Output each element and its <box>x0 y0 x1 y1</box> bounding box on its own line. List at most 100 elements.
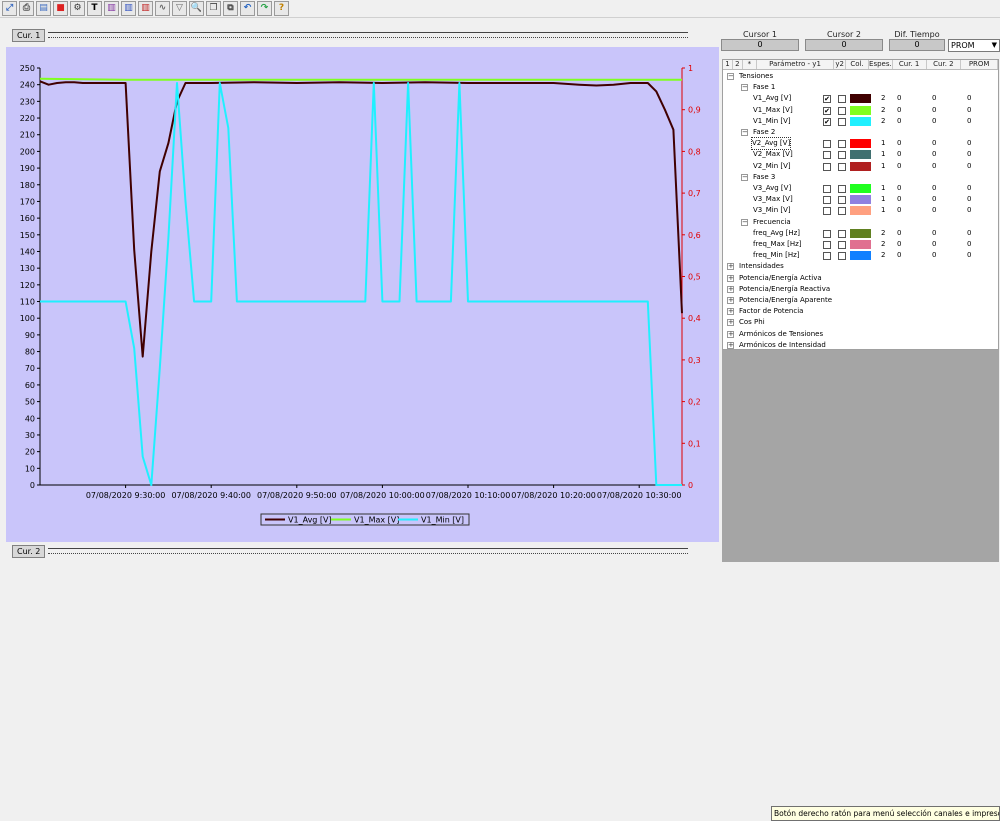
parameter-row[interactable]: V3_Max [V] 1 0 0 0 <box>723 194 998 205</box>
y1-checkbox[interactable] <box>823 162 831 171</box>
expand-icon[interactable]: + <box>727 285 734 293</box>
y1-checkbox[interactable]: ✔ <box>823 106 831 115</box>
parameter-row[interactable]: V2_Avg [V] 1 0 0 0 <box>723 137 998 151</box>
color-swatch[interactable] <box>850 251 871 261</box>
tree-group[interactable]: − Tensiones <box>723 71 998 82</box>
tree-group[interactable]: − Fase 2 <box>723 127 998 138</box>
cursor1-button[interactable]: Cur. 1 <box>12 28 46 42</box>
color-swatch[interactable] <box>850 228 871 238</box>
tree-group[interactable]: + Potencia/Energía Aparente <box>723 295 998 306</box>
y2-checkbox[interactable] <box>838 229 846 238</box>
column-header-1[interactable]: 2 <box>733 60 743 69</box>
parameter-row[interactable]: V2_Min [V] 1 0 0 0 <box>723 161 998 172</box>
color-swatch[interactable] <box>850 240 871 249</box>
copy-icon[interactable]: ❐ <box>206 1 221 16</box>
y2-checkbox[interactable] <box>838 95 846 104</box>
tree-group[interactable]: − Fase 1 <box>723 82 998 93</box>
chart-bars-blue-icon[interactable]: ▥ <box>121 1 136 16</box>
column-header-0[interactable]: 1 <box>723 60 733 69</box>
color-swatch[interactable] <box>850 184 871 193</box>
column-header-7[interactable]: Cur. 1 <box>893 60 927 69</box>
parameter-row[interactable]: V1_Min [V] ✔ 2 0 0 0 <box>723 116 998 127</box>
y1-checkbox[interactable]: ✔ <box>823 117 831 126</box>
tree-group[interactable]: + Armónicos de Tensiones <box>723 329 998 340</box>
y2-checkbox[interactable] <box>838 185 846 193</box>
y1-checkbox[interactable] <box>823 252 831 261</box>
y2-checkbox[interactable] <box>838 151 846 160</box>
tree-group[interactable]: + Intensidades <box>723 261 998 272</box>
color-swatch[interactable] <box>850 150 871 160</box>
column-header-6[interactable]: Espes. <box>869 60 893 69</box>
column-header-3[interactable]: Parámetro - y1 <box>757 60 835 69</box>
tree-group[interactable]: − Fase 3 <box>723 172 998 183</box>
cursor2-button[interactable]: Cur. 2 <box>12 544 46 558</box>
y1-checkbox[interactable] <box>823 151 831 160</box>
collapse-icon[interactable]: − <box>741 218 748 226</box>
expand-icon[interactable]: + <box>727 297 734 304</box>
triangle-icon[interactable]: ▽ <box>172 1 187 16</box>
y1-checkbox[interactable] <box>823 207 831 216</box>
tree-group[interactable]: + Armónicos de Intensidad <box>723 340 998 349</box>
column-header-5[interactable]: Col. <box>846 60 869 69</box>
column-header-2[interactable]: * <box>743 60 757 69</box>
y2-checkbox[interactable] <box>838 106 846 115</box>
collapse-icon[interactable]: − <box>727 73 734 80</box>
tree-group[interactable]: + Cos Phi <box>723 317 998 328</box>
parameter-tree[interactable]: 1 2 * Parámetro - y1 y2 Col. Espes. Cur. 1 Cur. … <box>722 59 999 350</box>
zoom-fit-icon[interactable]: ⤢ <box>2 1 17 16</box>
parameter-row[interactable]: V1_Max [V] ✔ 2 0 0 0 <box>723 105 998 116</box>
cursor1-track[interactable] <box>48 32 689 38</box>
parameter-row[interactable]: freq_Min [Hz] 2 0 0 0 <box>723 250 998 261</box>
y1-checkbox[interactable] <box>823 229 831 238</box>
y1-checkbox[interactable] <box>823 241 831 249</box>
y1-checkbox[interactable]: ✔ <box>823 95 831 104</box>
tree-group[interactable]: + Factor de Potencia <box>723 306 998 317</box>
help-icon[interactable]: ? <box>274 1 289 16</box>
expand-icon[interactable]: + <box>727 330 734 338</box>
mode-select[interactable]: PROM ▼ <box>948 39 1000 52</box>
y1-checkbox[interactable] <box>823 196 831 205</box>
y2-checkbox[interactable] <box>838 117 846 126</box>
color-swatch[interactable] <box>850 139 871 149</box>
parameter-row[interactable]: V3_Avg [V] 1 0 0 0 <box>723 183 998 194</box>
wave-icon[interactable]: ∿ <box>155 1 170 16</box>
color-swatch[interactable] <box>850 105 871 115</box>
collapse-icon[interactable]: − <box>741 84 748 92</box>
chart-icon[interactable]: ⚙ <box>70 1 85 16</box>
text-icon[interactable]: T <box>87 1 102 16</box>
y2-checkbox[interactable] <box>838 162 846 171</box>
color-swatch[interactable] <box>850 195 871 205</box>
parameter-row[interactable]: freq_Max [Hz] 2 0 0 0 <box>723 239 998 250</box>
parameter-row[interactable]: freq_Avg [Hz] 2 0 0 0 <box>723 228 998 239</box>
chart-bars-icon[interactable]: ▥ <box>104 1 119 16</box>
y1-checkbox[interactable] <box>823 140 831 149</box>
color-swatch[interactable] <box>850 206 871 216</box>
parameter-row[interactable]: V1_Avg [V] ✔ 2 0 0 0 <box>723 93 998 104</box>
y1-checkbox[interactable] <box>823 185 831 193</box>
parameter-row[interactable]: V3_Min [V] 1 0 0 0 <box>723 205 998 216</box>
undo-icon[interactable]: ↶ <box>240 1 255 16</box>
cursor2-track[interactable] <box>48 548 689 554</box>
y2-checkbox[interactable] <box>838 252 846 261</box>
collapse-icon[interactable]: − <box>741 129 748 136</box>
tree-group[interactable]: − Frecuencia <box>723 217 998 228</box>
tree-group[interactable]: + Potencia/Energía Activa <box>723 273 998 284</box>
page-icon[interactable]: ▤ <box>36 1 51 16</box>
color-swatch[interactable] <box>850 161 871 171</box>
y2-checkbox[interactable] <box>838 241 846 249</box>
redo-icon[interactable]: ↷ <box>257 1 272 16</box>
chart-bars-red-icon[interactable]: ▥ <box>138 1 153 16</box>
zoom-icon[interactable]: 🔍 <box>189 1 204 16</box>
column-header-4[interactable]: y2 <box>834 60 847 69</box>
expand-icon[interactable]: + <box>727 263 734 271</box>
stop-icon[interactable]: ■ <box>53 1 68 16</box>
chart-area[interactable]: 0 10 20 30 40 50 60 70 80 90 100 110 120 130 140 150 160… <box>6 47 719 542</box>
y2-checkbox[interactable] <box>838 140 846 149</box>
column-header-8[interactable]: Cur. 2 <box>927 60 962 69</box>
collapse-icon[interactable]: − <box>741 173 748 181</box>
export-icon[interactable]: ⧉ <box>223 1 238 16</box>
color-swatch[interactable] <box>850 116 871 126</box>
expand-icon[interactable]: + <box>727 341 734 349</box>
column-header-9[interactable]: PROM <box>961 60 998 69</box>
print-icon[interactable]: ⎙ <box>19 1 34 16</box>
